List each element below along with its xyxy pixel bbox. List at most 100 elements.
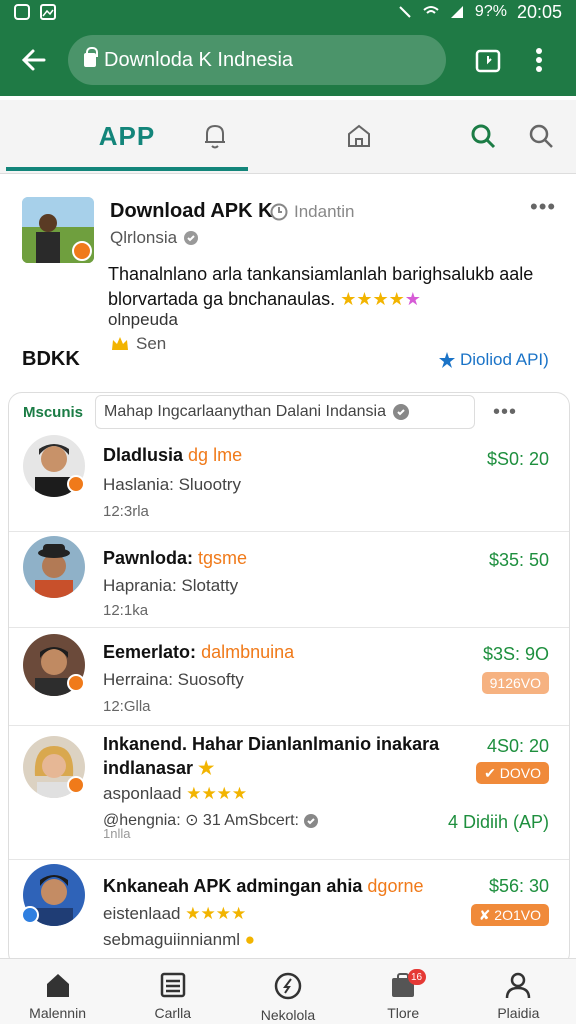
nav-explore-label: Nekolola [260,1007,316,1023]
featured-description-text: Thanalnlano arla tankansiamlanlah barigh… [108,264,534,309]
item-download-link[interactable]: 4 Didiih (AP) [448,812,549,833]
item-title: Eemerlato: dalmbnuina [103,642,295,662]
list-search-field[interactable]: Mahap Ingcarlaanythan Dalani Indansia [95,395,476,429]
tab-store[interactable] [334,100,384,172]
verified-icon [392,404,409,420]
more-vertical-icon [536,48,542,72]
mute-icon [399,6,411,18]
featured-app-extra: olnpeuda [108,310,178,329]
tabs-button[interactable] [468,40,508,80]
item-size: 12:Glla [103,698,151,715]
nav-list[interactable]: Carlla [115,959,230,1025]
nav-home-label: Malennin [29,1005,86,1021]
featured-download-link-text: Dioliod API) [460,350,549,369]
bottom-navigation: Malennin Carlla Nekolola 16 Tlore Plaidi… [0,958,576,1024]
featured-app-subtitle: Qlrlonsia [110,228,199,248]
list-label: Mscunis [23,403,84,421]
item-badge[interactable]: ✔ DOVO [476,762,549,784]
item-badge[interactable]: ✘ 2O1VO [470,904,549,926]
arrow-left-icon [21,49,46,71]
tab-app-label: APP [98,120,156,151]
list-more-button[interactable]: ••• [493,401,517,424]
list-header: Mscunis Mahap Ingcarlaanythan Dalani Ind… [9,393,569,431]
compass-icon [274,972,302,1000]
item-price: 4S0: 20 [486,736,549,756]
featured-app-description: Thanalnlano arla tankansiamlanlah barigh… [108,262,558,312]
verified-icon [304,813,319,828]
active-tab-indicator [6,167,248,171]
clock: 20:05 [516,1,562,22]
url-field[interactable]: Downloda K Indnesia [68,35,446,85]
item-price: $35: 50 [488,550,549,570]
star-icon [439,352,455,368]
item-title: Pawnloda: tgsme [103,548,248,568]
item-subtitle: Haprania: Slotatty [103,576,239,595]
app-list-card: Mscunis Mahap Ingcarlaanythan Dalani Ind… [8,392,570,967]
list-item[interactable]: Pawnloda: tgsme Haprania: Slotatty 12:1k… [9,531,569,627]
item-price: $S0: 20 [486,449,549,469]
rating-stars: ★★★★ [185,904,247,923]
featured-app-card[interactable]: Download APK K Indantin ••• Qlrlonsia Th… [0,182,576,382]
clock-icon [270,203,288,221]
notification-count-badge: 16 [407,969,426,985]
featured-brand: BDKK [22,348,80,370]
item-subtitle: Herraina: Suosofty [103,670,244,689]
app-notification-icon [14,4,30,20]
item-subtitle: Haslania: Sluootry [103,475,241,494]
crown-icon [112,337,128,350]
verified-badge-icon [21,906,39,924]
item-title: Inkanend. Hahar Dianlanlmanio inakara [103,734,440,754]
item-title-line2: indlanasar ★ [103,758,215,778]
home-icon [46,974,69,997]
search-icon [529,124,553,148]
star-icon: ★ [198,758,215,778]
item-price: $56: 30 [488,876,549,896]
item-badge[interactable]: 9126VO [481,672,549,694]
list-item[interactable]: Knkaneah APK admingan ahia dgorne eisten… [9,859,569,966]
verified-badge-icon [67,674,85,692]
tab-notifications[interactable] [190,100,240,172]
nav-profile[interactable]: Plaidia [461,959,576,1025]
featured-app-badge: Sen [110,334,166,354]
list-item[interactable]: Dladlusia dg lme Haslania: Sluootry 12:3… [9,431,569,531]
list-item[interactable]: Inkanend. Hahar Dianlanlmanio inakara in… [9,725,569,859]
url-text: Downloda K Indnesia [104,48,294,71]
tab-switcher-icon [475,49,501,73]
item-meta: sebmaguiinnianml ● [103,930,256,949]
item-subtitle: eistenlaad ★★★★ [103,904,247,923]
item-price: $3S: 9O [482,644,549,664]
item-title: Dladlusia dg lme [103,445,243,465]
featured-app-subtitle-text: Qlrlonsia [110,228,178,247]
rating-stars: ★★★★★ [340,289,421,309]
coin-icon: ● [244,930,256,949]
item-subtitle: asponlaad ★★★★ [103,784,248,803]
overflow-menu-button[interactable] [524,40,554,80]
image-notification-icon [40,4,56,20]
item-meta: @hengnia: ⊙ 31 AmSbcert: [103,810,319,830]
item-title: Knkaneah APK admingan ahia dgorne [103,876,424,896]
featured-app-thumbnail [22,197,94,263]
verified-icon [184,231,199,245]
list-item[interactable]: Eemerlato: dalmbnuina Herraina: Suosofty… [9,627,569,725]
back-button[interactable] [14,40,54,80]
featured-download-link[interactable]: Dioliod API) [438,350,549,370]
item-size: 12:3rla [103,503,149,520]
featured-more-button[interactable]: ••• [530,194,556,220]
person-icon [506,972,531,999]
featured-app-title: Download APK K [110,200,273,222]
featured-app-meta-text: Indantin [294,202,355,221]
nav-store[interactable]: 16 Tlore [346,959,461,1025]
list-search-text: Mahap Ingcarlaanythan Dalani Indansia [104,403,386,420]
top-tab-bar: APP [0,100,576,174]
nav-home[interactable]: Malennin [0,959,115,1025]
tab-search-grey[interactable] [518,100,564,172]
nav-list-label: Carlla [154,1005,192,1021]
tab-search-green[interactable] [460,100,506,172]
avatar [23,536,85,598]
store-icon [348,124,370,147]
item-size: 1nlla [103,826,131,841]
status-bar: 9?% 20:05 [0,0,576,24]
nav-explore[interactable]: Nekolola [230,959,345,1025]
list-icon [160,972,186,998]
verified-badge-icon [67,475,85,493]
